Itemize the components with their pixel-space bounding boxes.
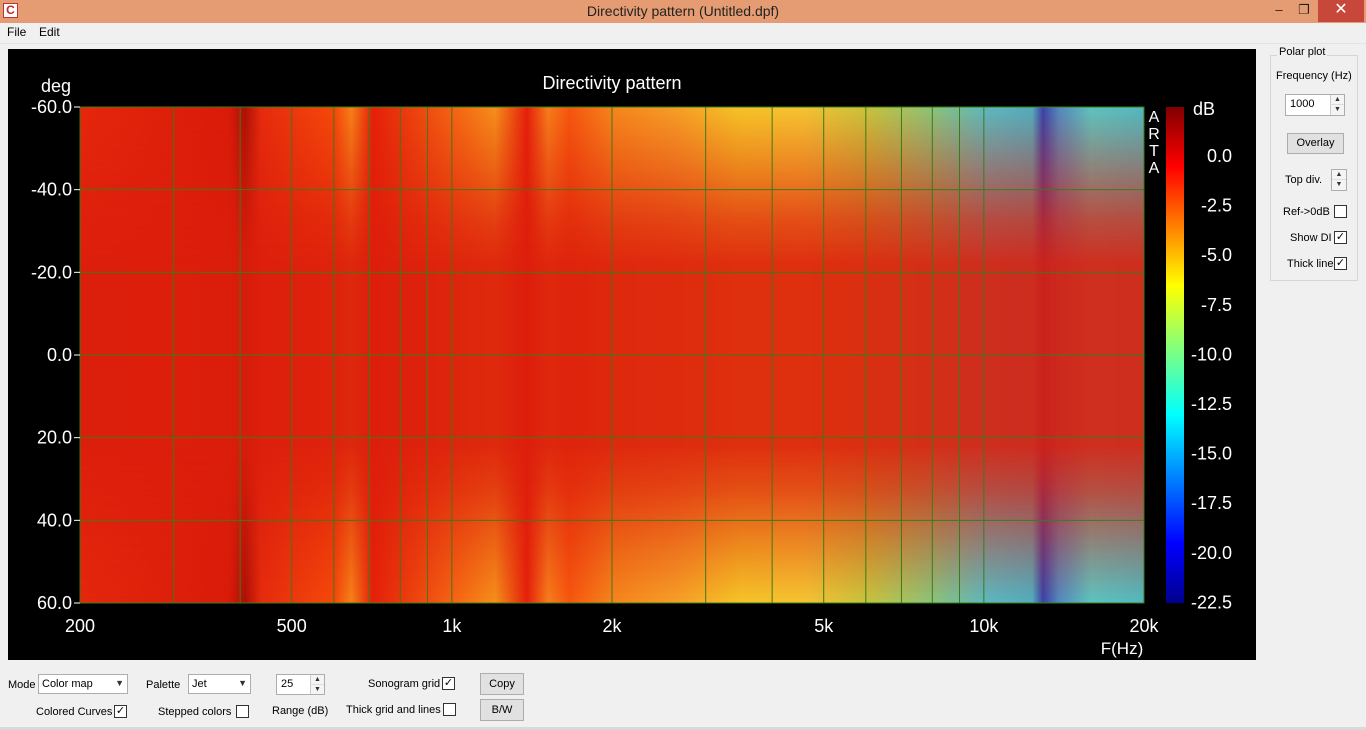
directivity-plot[interactable]: Directivity pattern deg F(Hz) -60.0 -40.0…: [8, 49, 1256, 660]
colorbar-tick-label: -7.5: [1201, 295, 1232, 315]
x-tick-label: 1k: [442, 616, 462, 636]
arta-watermark: ARTA: [1148, 109, 1160, 177]
palette-value: Jet: [192, 678, 207, 690]
thick-line-label: Thick line: [1287, 258, 1334, 270]
plot-title: Directivity pattern: [542, 73, 681, 93]
polar-plot-group: [1270, 55, 1358, 281]
x-tick-label: 200: [65, 616, 95, 636]
sonogram-grid-label: Sonogram grid: [368, 678, 441, 690]
y-axis-ticks: -60.0 -40.0 -20.0 0.0 20.0 40.0 60.0: [31, 97, 80, 613]
top-div-up-icon[interactable]: ▲: [1332, 170, 1346, 180]
watermark-letter: R: [1148, 126, 1160, 143]
x-tick-label: 5k: [814, 616, 834, 636]
watermark-letter: A: [1149, 160, 1160, 177]
chevron-down-icon: ▼: [115, 678, 124, 688]
range-down-icon[interactable]: ▼: [310, 684, 324, 694]
y-axis-unit: deg: [41, 76, 71, 96]
frequency-label: Frequency (Hz): [1276, 70, 1352, 82]
y-tick-label: 0.0: [47, 345, 72, 365]
colorbar-tick-label: -17.5: [1191, 493, 1232, 513]
title-bar: C Directivity pattern (Untitled.dpf) – ❐…: [0, 0, 1366, 23]
copy-button[interactable]: Copy: [480, 673, 524, 695]
frequency-down-icon[interactable]: ▼: [1330, 105, 1344, 115]
frequency-spinner[interactable]: 1000 ▲ ▼: [1285, 94, 1345, 116]
frequency-up-icon[interactable]: ▲: [1330, 95, 1344, 105]
colored-curves-label: Colored Curves: [36, 706, 113, 718]
close-button[interactable]: ✕: [1318, 0, 1364, 22]
stepped-colors-checkbox[interactable]: [236, 705, 249, 718]
watermark-letter: T: [1149, 143, 1159, 160]
range-up-icon[interactable]: ▲: [310, 675, 324, 685]
top-div-spinner[interactable]: ▲ ▼: [1331, 169, 1347, 191]
y-tick-label: 40.0: [37, 510, 72, 530]
mode-label: Mode: [8, 679, 36, 691]
bw-button[interactable]: B/W: [480, 699, 524, 721]
colorbar-ticks: 0.0 -2.5 -5.0 -7.5 -10.0 -12.5 -15.0 -17.5 -20.0…: [1191, 146, 1232, 612]
x-axis-ticks: 200 500 1k 2k 5k 10k 20k: [65, 616, 1160, 636]
stepped-colors-label: Stepped colors: [158, 706, 232, 718]
range-value: 25: [281, 678, 294, 690]
mode-select[interactable]: Color map ▼: [38, 674, 128, 694]
menu-edit[interactable]: Edit: [39, 25, 60, 39]
colorbar-tick-label: -10.0: [1191, 344, 1232, 364]
colorbar-tick-label: -5.0: [1201, 245, 1232, 265]
show-di-checkbox[interactable]: ✓: [1334, 231, 1347, 244]
x-tick-label: 2k: [602, 616, 622, 636]
ref-0db-label: Ref->0dB: [1283, 206, 1330, 218]
y-tick-label: -40.0: [31, 180, 72, 200]
sonogram-grid-checkbox[interactable]: ✓: [442, 677, 455, 690]
colorbar-tick-label: -15.0: [1191, 444, 1232, 464]
directivity-plot-canvas: Directivity pattern deg F(Hz) -60.0 -40.0…: [31, 73, 1232, 658]
range-label: Range (dB): [272, 705, 329, 717]
colorbar-tick-label: -12.5: [1191, 394, 1232, 414]
watermark-letter: A: [1149, 109, 1160, 126]
y-tick-label: -20.0: [31, 262, 72, 282]
colorbar-unit: dB: [1193, 99, 1215, 119]
colorbar-tick-label: -22.5: [1191, 592, 1232, 612]
x-tick-label: 10k: [969, 616, 999, 636]
x-axis-unit: F(Hz): [1101, 639, 1143, 658]
colored-curves-checkbox[interactable]: ✓: [114, 705, 127, 718]
top-div-label: Top div.: [1285, 174, 1323, 186]
x-tick-label: 500: [277, 616, 307, 636]
window-title: Directivity pattern (Untitled.dpf): [586, 3, 780, 19]
colorbar: [1166, 107, 1184, 603]
top-div-down-icon[interactable]: ▼: [1332, 180, 1346, 190]
thick-grid-checkbox[interactable]: [443, 703, 456, 716]
overlay-button[interactable]: Overlay: [1287, 133, 1344, 154]
colorbar-tick-label: 0.0: [1207, 146, 1232, 166]
y-tick-label: 20.0: [37, 428, 72, 448]
ref-0db-checkbox[interactable]: [1334, 205, 1347, 218]
menu-bar: File Edit: [0, 23, 1366, 44]
range-spinner[interactable]: 25 ▲ ▼: [276, 674, 325, 695]
mode-value: Color map: [42, 678, 93, 690]
palette-select[interactable]: Jet ▼: [188, 674, 251, 694]
colorbar-tick-label: -20.0: [1191, 543, 1232, 563]
y-tick-label: 60.0: [37, 593, 72, 613]
thick-line-checkbox[interactable]: ✓: [1334, 257, 1347, 270]
menu-file[interactable]: File: [7, 25, 26, 39]
minimize-button[interactable]: –: [1268, 0, 1290, 22]
frequency-value: 1000: [1290, 98, 1315, 110]
thick-grid-label: Thick grid and lines: [346, 704, 441, 716]
palette-label: Palette: [146, 679, 181, 691]
x-tick-label: 20k: [1129, 616, 1159, 636]
show-di-label: Show DI: [1290, 232, 1332, 244]
y-tick-label: -60.0: [31, 97, 72, 117]
maximize-button[interactable]: ❐: [1292, 0, 1316, 22]
polar-plot-title: Polar plot: [1277, 46, 1328, 58]
colorbar-tick-label: -2.5: [1201, 196, 1232, 216]
chevron-down-icon: ▼: [238, 678, 247, 688]
